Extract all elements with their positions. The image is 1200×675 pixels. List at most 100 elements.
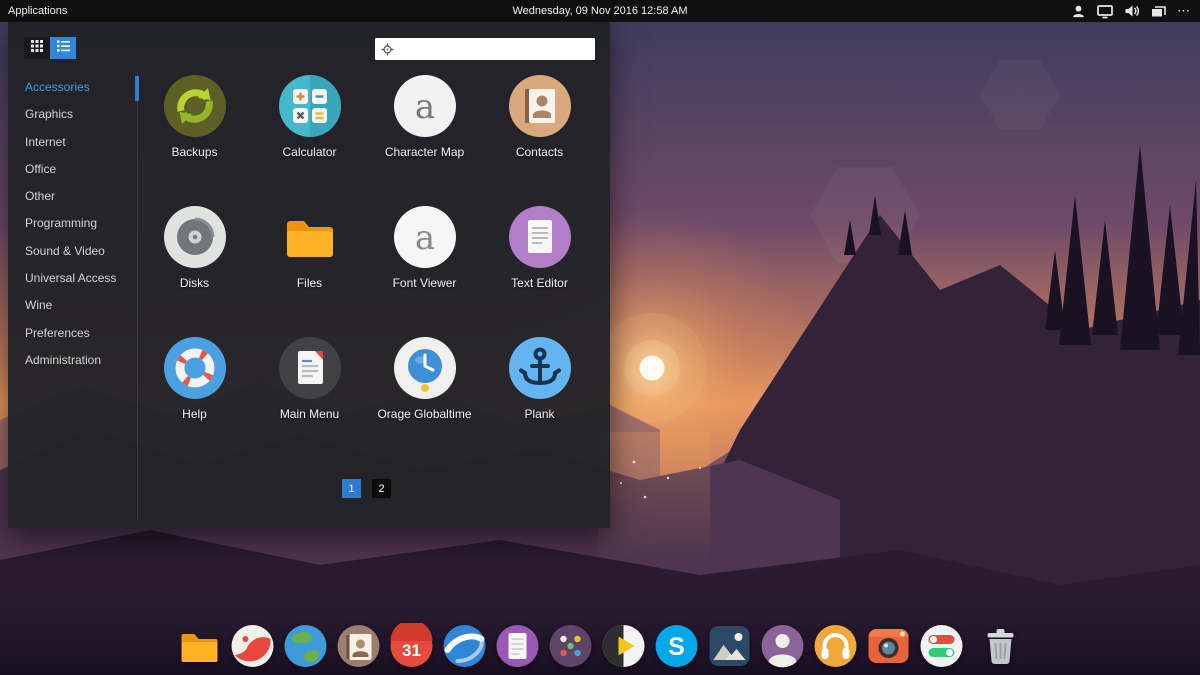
- search-input[interactable]: [399, 37, 595, 61]
- app-orage-globaltime[interactable]: Orage Globaltime: [367, 334, 482, 465]
- web-browser-icon: [283, 623, 329, 669]
- dock-item-games[interactable]: [548, 623, 594, 669]
- app-label: Help: [137, 407, 252, 421]
- main-menu-icon: [279, 337, 341, 399]
- category-internet[interactable]: Internet: [8, 129, 136, 156]
- category-wine[interactable]: Wine: [8, 292, 136, 319]
- games-icon: [548, 623, 594, 669]
- app-label: Backups: [137, 145, 252, 159]
- dock: 31: [177, 623, 1024, 669]
- svg-text:31: 31: [402, 641, 421, 660]
- dock-item-calendar[interactable]: 31: [389, 623, 435, 669]
- contacts-icon: [336, 623, 382, 669]
- category-administration[interactable]: Administration: [8, 347, 136, 374]
- google-earth-icon: [442, 623, 488, 669]
- app-character-map[interactable]: a Character Map: [367, 72, 482, 203]
- app-grid: Backups Calculator: [137, 72, 599, 465]
- account-icon: [760, 623, 806, 669]
- dock-item-notes[interactable]: [495, 623, 541, 669]
- tweaks-icon: [919, 623, 965, 669]
- dock-item-photos[interactable]: [707, 623, 753, 669]
- help-icon: [164, 337, 226, 399]
- category-universal-access[interactable]: Universal Access: [8, 265, 136, 292]
- grid-view-toggle-button[interactable]: [24, 37, 50, 59]
- applications-menu-button[interactable]: Applications: [0, 5, 67, 17]
- font-viewer-icon: a: [394, 206, 456, 268]
- app-label: Plank: [482, 407, 597, 421]
- category-graphics[interactable]: Graphics: [8, 101, 136, 128]
- app-disks[interactable]: Disks: [137, 203, 252, 334]
- music-icon: [813, 623, 859, 669]
- panel-clock[interactable]: Wednesday, 09 Nov 2016 12:58 AM: [0, 5, 1200, 17]
- dock-item-skype[interactable]: S: [654, 623, 700, 669]
- plank-icon: [509, 337, 571, 399]
- dock-item-camera[interactable]: [866, 623, 912, 669]
- app-contacts[interactable]: Contacts: [482, 72, 597, 203]
- backups-icon: [164, 75, 226, 137]
- top-panel: Applications Wednesday, 09 Nov 2016 12:5…: [0, 0, 1200, 22]
- category-accessories[interactable]: Accessories: [8, 74, 136, 101]
- search-target-icon: [381, 43, 394, 56]
- list-view-icon: [57, 39, 70, 57]
- more-icon[interactable]: ⋯: [1177, 6, 1190, 16]
- user-icon[interactable]: [1071, 4, 1086, 19]
- category-programming[interactable]: Programming: [8, 210, 136, 237]
- app-help[interactable]: Help: [137, 334, 252, 465]
- page-button-1[interactable]: 1: [342, 479, 361, 498]
- list-view-toggle-button[interactable]: [50, 37, 76, 59]
- page-button-2[interactable]: 2: [372, 479, 391, 498]
- dock-item-tweaks[interactable]: [919, 623, 965, 669]
- application-menu: Accessories Graphics Internet Office Oth…: [8, 22, 610, 528]
- dock-item-account[interactable]: [760, 623, 806, 669]
- calendar-icon: 31: [389, 623, 435, 669]
- app-label: Text Editor: [482, 276, 597, 290]
- camera-icon: [866, 623, 912, 669]
- category-other[interactable]: Other: [8, 183, 136, 210]
- volume-icon[interactable]: [1124, 4, 1140, 18]
- media-player-icon: [601, 623, 647, 669]
- dock-item-files[interactable]: [177, 623, 223, 669]
- app-calculator[interactable]: Calculator: [252, 72, 367, 203]
- app-backups[interactable]: Backups: [137, 72, 252, 203]
- category-preferences[interactable]: Preferences: [8, 320, 136, 347]
- dock-item-contacts[interactable]: [336, 623, 382, 669]
- app-label: Disks: [137, 276, 252, 290]
- category-office[interactable]: Office: [8, 156, 136, 183]
- app-text-editor[interactable]: Text Editor: [482, 203, 597, 334]
- orage-globaltime-icon: [394, 337, 456, 399]
- calculator-icon: [279, 75, 341, 137]
- dock-item-trash[interactable]: [978, 623, 1024, 669]
- app-files[interactable]: Files: [252, 203, 367, 334]
- grid-view-icon: [31, 39, 43, 57]
- svg-text:a: a: [414, 87, 434, 127]
- app-label: Calculator: [252, 145, 367, 159]
- view-toggles: [24, 37, 76, 59]
- app-font-viewer[interactable]: a Font Viewer: [367, 203, 482, 334]
- app-label: Orage Globaltime: [367, 407, 482, 421]
- dock-item-paint[interactable]: [230, 623, 276, 669]
- app-label: Font Viewer: [367, 276, 482, 290]
- files-icon: [177, 623, 223, 669]
- svg-text:a: a: [414, 218, 434, 258]
- app-label: Main Menu: [252, 407, 367, 421]
- category-sidebar: Accessories Graphics Internet Office Oth…: [8, 74, 136, 374]
- app-plank[interactable]: Plank: [482, 334, 597, 465]
- paint-icon: [230, 623, 276, 669]
- windows-icon[interactable]: [1151, 4, 1166, 18]
- character-map-icon: a: [394, 75, 456, 137]
- category-sound-video[interactable]: Sound & Video: [8, 238, 136, 265]
- display-icon[interactable]: [1097, 4, 1113, 19]
- contacts-icon: [509, 75, 571, 137]
- panel-tray: ⋯: [1071, 4, 1200, 19]
- trash-icon: [978, 623, 1024, 669]
- search-bar: [375, 38, 595, 60]
- skype-icon: S: [654, 623, 700, 669]
- dock-item-google-earth[interactable]: [442, 623, 488, 669]
- dock-item-music[interactable]: [813, 623, 859, 669]
- app-main-menu[interactable]: Main Menu: [252, 334, 367, 465]
- dock-item-web-browser[interactable]: [283, 623, 329, 669]
- files-icon: [279, 206, 341, 268]
- text-editor-icon: [509, 206, 571, 268]
- desktop: Applications Wednesday, 09 Nov 2016 12:5…: [0, 0, 1200, 675]
- dock-item-media-player[interactable]: [601, 623, 647, 669]
